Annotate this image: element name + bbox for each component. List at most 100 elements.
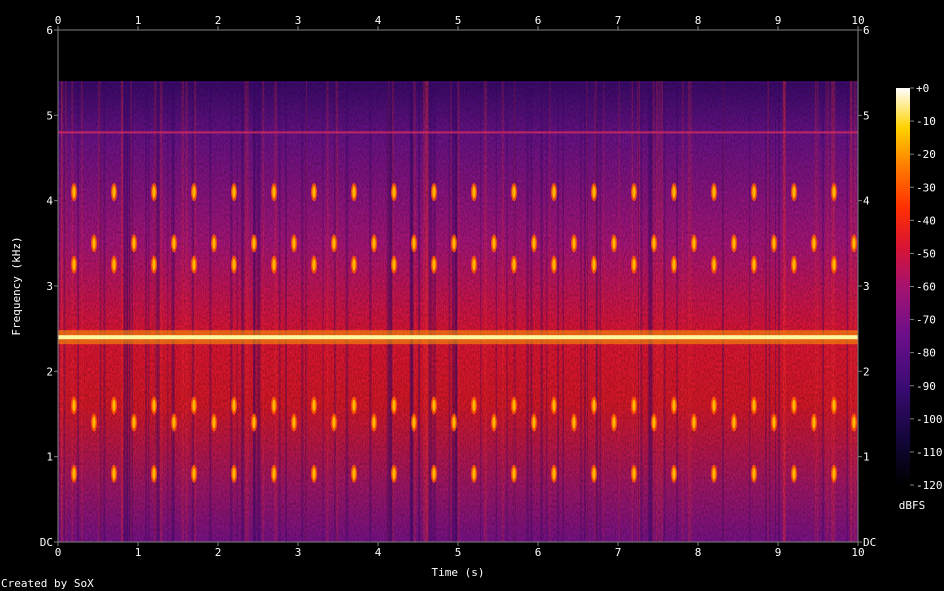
tone-burst [312,186,316,199]
colorbar-tick-label: -80 [916,347,936,360]
tone-burst [72,467,76,480]
tone-burst [472,399,476,412]
tone-burst [252,416,256,429]
tone-burst [132,416,136,429]
tone-burst [832,399,836,412]
tone-burst [592,399,596,412]
tone-burst [172,237,176,250]
tone-burst [272,186,276,199]
tone-burst [652,416,656,429]
tone-burst [392,258,396,271]
continuous-tone-line [58,335,858,340]
tone-burst [152,467,156,480]
tone-burst [552,186,556,199]
x-tick-label-bottom: 1 [135,546,142,559]
tone-burst [532,416,536,429]
tone-burst [592,467,596,480]
tone-burst [732,237,736,250]
tone-burst [672,399,676,412]
x-tick-label-bottom: 6 [535,546,542,559]
tone-burst [552,258,556,271]
tone-burst [792,258,796,271]
tone-burst [72,258,76,271]
y-tick-label-right: 1 [863,451,870,464]
x-tick-label-top: 2 [215,14,222,27]
tone-burst [472,186,476,199]
tone-burst [592,258,596,271]
tone-burst [732,416,736,429]
tone-burst [192,258,196,271]
tone-burst [352,467,356,480]
tone-burst [292,237,296,250]
tone-burst [832,467,836,480]
tone-burst [292,416,296,429]
tone-burst [272,467,276,480]
tone-burst [112,186,116,199]
tone-burst [792,186,796,199]
tone-burst [452,416,456,429]
plot-area [58,30,858,542]
y-tick-label-right: 4 [863,195,870,208]
tone-burst [152,186,156,199]
tone-burst [832,186,836,199]
tone-burst [452,237,456,250]
tone-burst [512,258,516,271]
tone-burst [112,399,116,412]
x-tick-label-top: 5 [455,14,462,27]
tone-burst [512,186,516,199]
tone-burst [492,416,496,429]
x-tick-label-top: 1 [135,14,142,27]
tone-burst [632,258,636,271]
spectrogram-chart: 001122334455667788991010DC DC1 12 23 34 45 56 6… [1,14,943,590]
tone-burst [352,399,356,412]
tone-burst [472,467,476,480]
tone-burst [772,237,776,250]
tone-burst [352,258,356,271]
tone-burst [632,399,636,412]
tone-burst [572,416,576,429]
tone-burst [312,467,316,480]
tone-burst [472,258,476,271]
x-tick-label-top: 6 [535,14,542,27]
tone-burst [612,416,616,429]
tone-burst [312,258,316,271]
tone-burst [412,237,416,250]
tone-burst [112,467,116,480]
y-tick-label-left: 5 [46,109,53,122]
y-axis-label: Frequency (kHz) [10,236,23,335]
tone-burst [432,467,436,480]
tone-burst [852,416,856,429]
tone-burst [812,237,816,250]
tone-burst [752,467,756,480]
colorbar-tick-label: -60 [916,281,936,294]
y-tick-label-right: 2 [863,365,870,378]
tone-burst [392,186,396,199]
tone-burst [92,416,96,429]
tone-burst [612,237,616,250]
x-tick-label-top: 0 [55,14,62,27]
y-tick-label-right: DC [863,536,876,549]
x-tick-label-bottom: 9 [775,546,782,559]
tone-burst [212,237,216,250]
tone-burst [232,186,236,199]
tone-burst [332,237,336,250]
colorbar-label: dBFS [899,499,926,512]
tone-burst [352,186,356,199]
tone-burst [852,237,856,250]
tone-burst [692,416,696,429]
tone-burst [92,237,96,250]
colorbar-tick-label: -40 [916,214,936,227]
tone-burst [632,467,636,480]
tone-burst [272,399,276,412]
colorbar-tick-label: -20 [916,148,936,161]
tone-burst [372,237,376,250]
y-tick-label-left: 3 [46,280,53,293]
x-tick-label-top: 4 [375,14,382,27]
tone-burst [712,399,716,412]
colorbar-tick-label: -90 [916,380,936,393]
tone-burst [752,186,756,199]
tone-burst [252,237,256,250]
tone-burst [712,467,716,480]
tone-burst [192,186,196,199]
x-tick-label-bottom: 0 [55,546,62,559]
